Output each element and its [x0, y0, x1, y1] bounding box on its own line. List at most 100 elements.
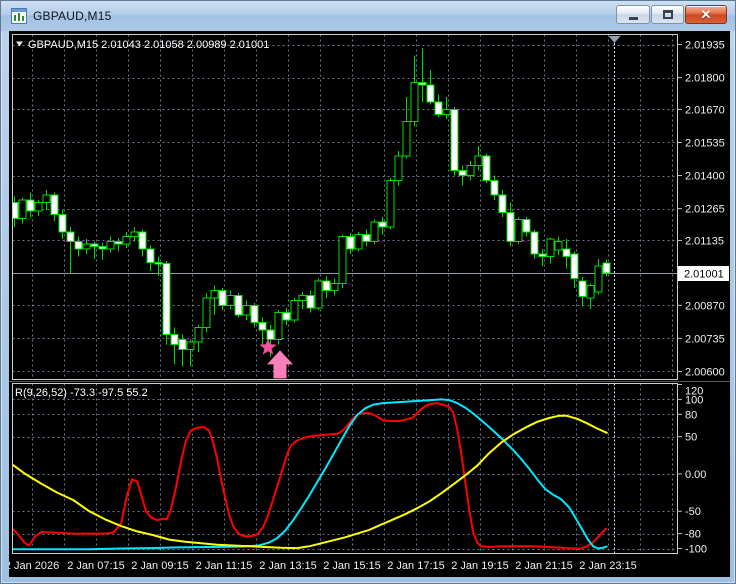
chart-client-area: 2.01935 2.01800 2.01670 2.01535 2.01400 2.012…: [5, 31, 730, 577]
window-titlebar[interactable]: GBPAUD,M15 ✕: [1, 1, 735, 31]
candle-bear: [498, 194, 507, 213]
candle-bull: [586, 285, 595, 299]
candle-bear: [482, 155, 491, 181]
candle-bear: [258, 321, 267, 331]
candle-bear: [434, 101, 443, 115]
candle-bull: [82, 243, 91, 250]
time-label: 2 Jan 09:15: [131, 560, 189, 572]
candle-bear: [490, 179, 499, 196]
candle-bull: [274, 312, 283, 341]
candle-bull: [186, 341, 195, 350]
candle-bull: [354, 233, 363, 250]
maximize-icon: [662, 10, 673, 19]
time-label: 2 Jan 11:15: [196, 560, 253, 572]
candle-bear: [506, 211, 515, 243]
indicator-scale-label: 80: [685, 409, 697, 421]
candle-bear: [66, 231, 75, 243]
price-label: 2.01670: [685, 104, 725, 116]
candle-bull: [386, 179, 395, 228]
candle-bull: [554, 241, 563, 251]
candle-bear: [178, 339, 187, 350]
candle-bear: [90, 243, 99, 248]
candle-bull: [194, 326, 203, 343]
candle-bear: [282, 312, 291, 321]
price-label: 2.01800: [685, 73, 725, 85]
candle-bear: [602, 262, 611, 274]
price-label: 2.01935: [685, 40, 725, 52]
minimize-icon: [628, 17, 638, 20]
chart-canvas[interactable]: 2.01935 2.01800 2.01670 2.01535 2.01400 2.012…: [5, 31, 730, 577]
candle-bull: [394, 155, 403, 181]
indicator-scale-label: -50: [685, 506, 701, 518]
price-label: 2.01535: [685, 137, 725, 149]
indicator-scale-label: 50: [685, 432, 697, 444]
time-label: 2 Jan 15:15: [323, 560, 381, 572]
candle-bull: [410, 81, 419, 123]
mt4-chart-window: GBPAUD,M15 ✕ 2.01935 2.01800 2.01670 2.0…: [0, 0, 736, 584]
candle-bear: [530, 231, 539, 255]
candle-bull: [514, 219, 523, 243]
candle-bear: [346, 236, 355, 250]
candle-bull: [290, 299, 299, 321]
price-label: 2.00600: [685, 366, 725, 378]
time-scale[interactable]: 2 Jan 2026 2 Jan 07:15 2 Jan 09:15 2 Jan 11…: [5, 560, 637, 572]
candle-bear: [306, 295, 315, 309]
candle-bull: [122, 236, 131, 245]
price-label: 2.01265: [685, 204, 725, 216]
candle-bull: [330, 282, 339, 292]
price-label: 2.01400: [685, 171, 725, 183]
candle-bull: [130, 231, 139, 238]
window-controls: ✕: [616, 5, 727, 24]
time-label: 2 Jan 19:15: [451, 560, 509, 572]
price-label: 2.01135: [685, 235, 724, 247]
candle-bull: [466, 165, 475, 177]
candle-bull: [18, 199, 27, 219]
candle-bear: [234, 295, 243, 316]
candle-bear: [322, 280, 331, 292]
maximize-button[interactable]: [651, 5, 684, 24]
candle-bear: [562, 248, 571, 257]
time-label: 2 Jan 13:15: [259, 560, 317, 572]
candle-bull: [474, 155, 483, 167]
indicator-scale-label: -100: [685, 544, 707, 556]
candle-bear: [26, 199, 35, 212]
candle-bear: [266, 329, 275, 341]
candle-bear: [98, 246, 107, 250]
candle-bear: [50, 194, 59, 216]
candle-bear: [250, 304, 259, 323]
candle-bull: [34, 201, 43, 212]
indicator-scale-label: -80: [685, 529, 701, 541]
candle-bull: [226, 295, 235, 306]
candle-bear: [570, 253, 579, 279]
chart-background[interactable]: [9, 31, 730, 577]
time-label: 2 Jan 17:15: [387, 560, 445, 572]
candle-bear: [578, 280, 587, 298]
candle-bear: [154, 261, 163, 265]
minimize-button[interactable]: [616, 5, 650, 24]
price-label: 2.00735: [685, 333, 725, 345]
indicator-scale-label: 100: [685, 394, 703, 406]
close-icon: ✕: [700, 7, 712, 22]
candle-bull: [314, 280, 323, 309]
candle-bear: [458, 170, 467, 177]
candle-bear: [218, 290, 227, 306]
close-button[interactable]: ✕: [685, 5, 727, 24]
candle-bull: [546, 238, 555, 257]
candle-bear: [114, 241, 123, 245]
indicator-scale-label: 0.00: [685, 469, 706, 481]
candle-bear: [74, 241, 83, 250]
candle-bull: [442, 108, 451, 115]
time-label: 2 Jan 07:15: [67, 560, 125, 572]
candle-bull: [594, 265, 603, 293]
ohlc-header: GBPAUD,M15 2.01043 2.01058 2.00989 2.010…: [28, 39, 269, 51]
price-label: 2.00870: [685, 300, 725, 312]
candle-bear: [170, 334, 179, 345]
candle-bull: [298, 295, 307, 301]
candle-bear: [522, 219, 531, 233]
candle-bear: [362, 233, 371, 243]
candle-bull: [210, 290, 219, 299]
candle-bull: [42, 194, 51, 203]
candle-bear: [138, 231, 147, 250]
candle-bear: [58, 214, 67, 233]
candle-bear: [538, 253, 547, 257]
